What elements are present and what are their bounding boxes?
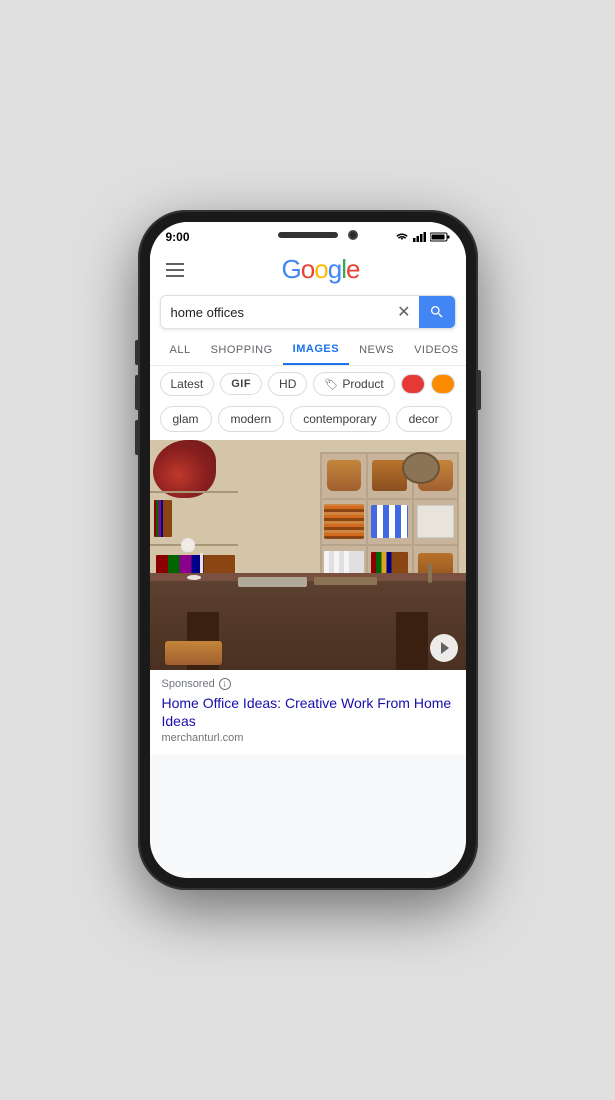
lamp-shade [181, 538, 195, 552]
google-g: G [282, 254, 301, 284]
shelf-row-2 [322, 500, 457, 546]
sponsored-row: Sponsored i [162, 678, 454, 690]
phone-screen: 9:00 [150, 222, 466, 878]
filter-latest[interactable]: Latest [160, 372, 215, 396]
hamburger-line-1 [166, 263, 184, 265]
filter-product-label: Product [342, 377, 383, 391]
ad-title[interactable]: Home Office Ideas: Creative Work From Ho… [162, 694, 454, 730]
hamburger-menu[interactable] [162, 259, 188, 281]
suggestion-glam[interactable]: glam [160, 406, 212, 432]
battery-icon [430, 232, 450, 242]
desk-area [150, 573, 466, 670]
tag-icon: 🏷 [324, 378, 338, 391]
filter-gif-label: GIF [231, 378, 251, 390]
clock [402, 452, 440, 484]
tab-videos[interactable]: VIDEOS [404, 336, 465, 364]
filter-color-red[interactable] [401, 374, 425, 394]
left-shelf-1 [150, 491, 238, 493]
search-submit-button[interactable] [419, 296, 455, 328]
google-o1: o [301, 254, 314, 284]
desk-leg-right [396, 612, 428, 670]
search-input[interactable] [161, 297, 390, 328]
wifi-icon [395, 232, 409, 242]
suggestion-decor[interactable]: decor [396, 406, 452, 432]
hamburger-line-3 [166, 275, 184, 277]
google-logo: Google [188, 254, 454, 285]
shelf-cell-2-1 [322, 500, 368, 544]
antler-decor [420, 563, 440, 588]
shelf-cell-1-1 [322, 454, 368, 498]
signal-icon [413, 232, 426, 242]
search-tabs: ALL SHOPPING IMAGES NEWS VIDEOS [150, 335, 466, 366]
laptop [238, 577, 308, 587]
google-e: e [346, 254, 359, 284]
search-bar: ✕ [160, 295, 456, 329]
filter-product[interactable]: 🏷 Product [313, 372, 394, 396]
basket-1 [327, 460, 362, 491]
filter-row: Latest GIF HD 🏷 Product [150, 366, 466, 402]
screen-content: 9:00 [150, 222, 466, 878]
shelf-cell-2-3 [414, 500, 458, 544]
filter-hd-label: HD [279, 377, 296, 391]
power-button [477, 370, 481, 410]
tab-all[interactable]: ALL [160, 336, 201, 364]
volume-silent-button [135, 340, 139, 365]
nav-arrow-icon [441, 642, 449, 654]
featured-image-container: Sponsored i Home Office Ideas: Creative … [150, 440, 466, 754]
tab-images[interactable]: IMAGES [283, 335, 349, 365]
filter-hd[interactable]: HD [268, 372, 307, 396]
search-icon [429, 304, 445, 320]
volume-down-button [135, 420, 139, 455]
suggestion-contemporary[interactable]: contemporary [290, 406, 389, 432]
tray [314, 577, 377, 585]
tab-news[interactable]: NEWS [349, 336, 404, 364]
under-desk-basket [165, 641, 222, 665]
image-nav-button[interactable] [430, 634, 458, 662]
shelf-books-1 [154, 500, 172, 537]
app-bar: Google [150, 248, 466, 291]
tab-shopping[interactable]: SHOPPING [201, 336, 283, 364]
fabric-stack-2 [371, 505, 408, 538]
status-time: 9:00 [166, 230, 190, 244]
hamburger-line-2 [166, 269, 184, 271]
phone-speaker [278, 232, 338, 238]
phone-frame: 9:00 [138, 210, 478, 890]
suggestion-modern[interactable]: modern [218, 406, 285, 432]
ad-url: merchanturl.com [162, 732, 454, 744]
status-icons [395, 232, 450, 242]
google-o2: o [314, 254, 327, 284]
fabric-stack [324, 504, 363, 539]
featured-image [150, 440, 466, 670]
google-g2: g [328, 254, 341, 284]
lamp-stem [200, 553, 203, 573]
sponsored-label: Sponsored [162, 678, 215, 690]
white-box [417, 505, 454, 538]
sponsored-info-icon[interactable]: i [219, 678, 231, 690]
search-clear-button[interactable]: ✕ [389, 296, 418, 328]
filter-latest-label: Latest [171, 377, 204, 391]
suggestion-row: glam modern contemporary decor [150, 402, 466, 440]
filter-gif[interactable]: GIF [220, 373, 262, 395]
filter-color-orange[interactable] [431, 374, 455, 394]
phone-camera [348, 230, 358, 240]
volume-up-button [135, 375, 139, 410]
shelf-cell-2-2 [368, 500, 414, 544]
image-results-area[interactable]: Sponsored i Home Office Ideas: Creative … [150, 440, 466, 878]
office-scene [150, 440, 466, 670]
ad-info-section: Sponsored i Home Office Ideas: Creative … [150, 670, 466, 754]
